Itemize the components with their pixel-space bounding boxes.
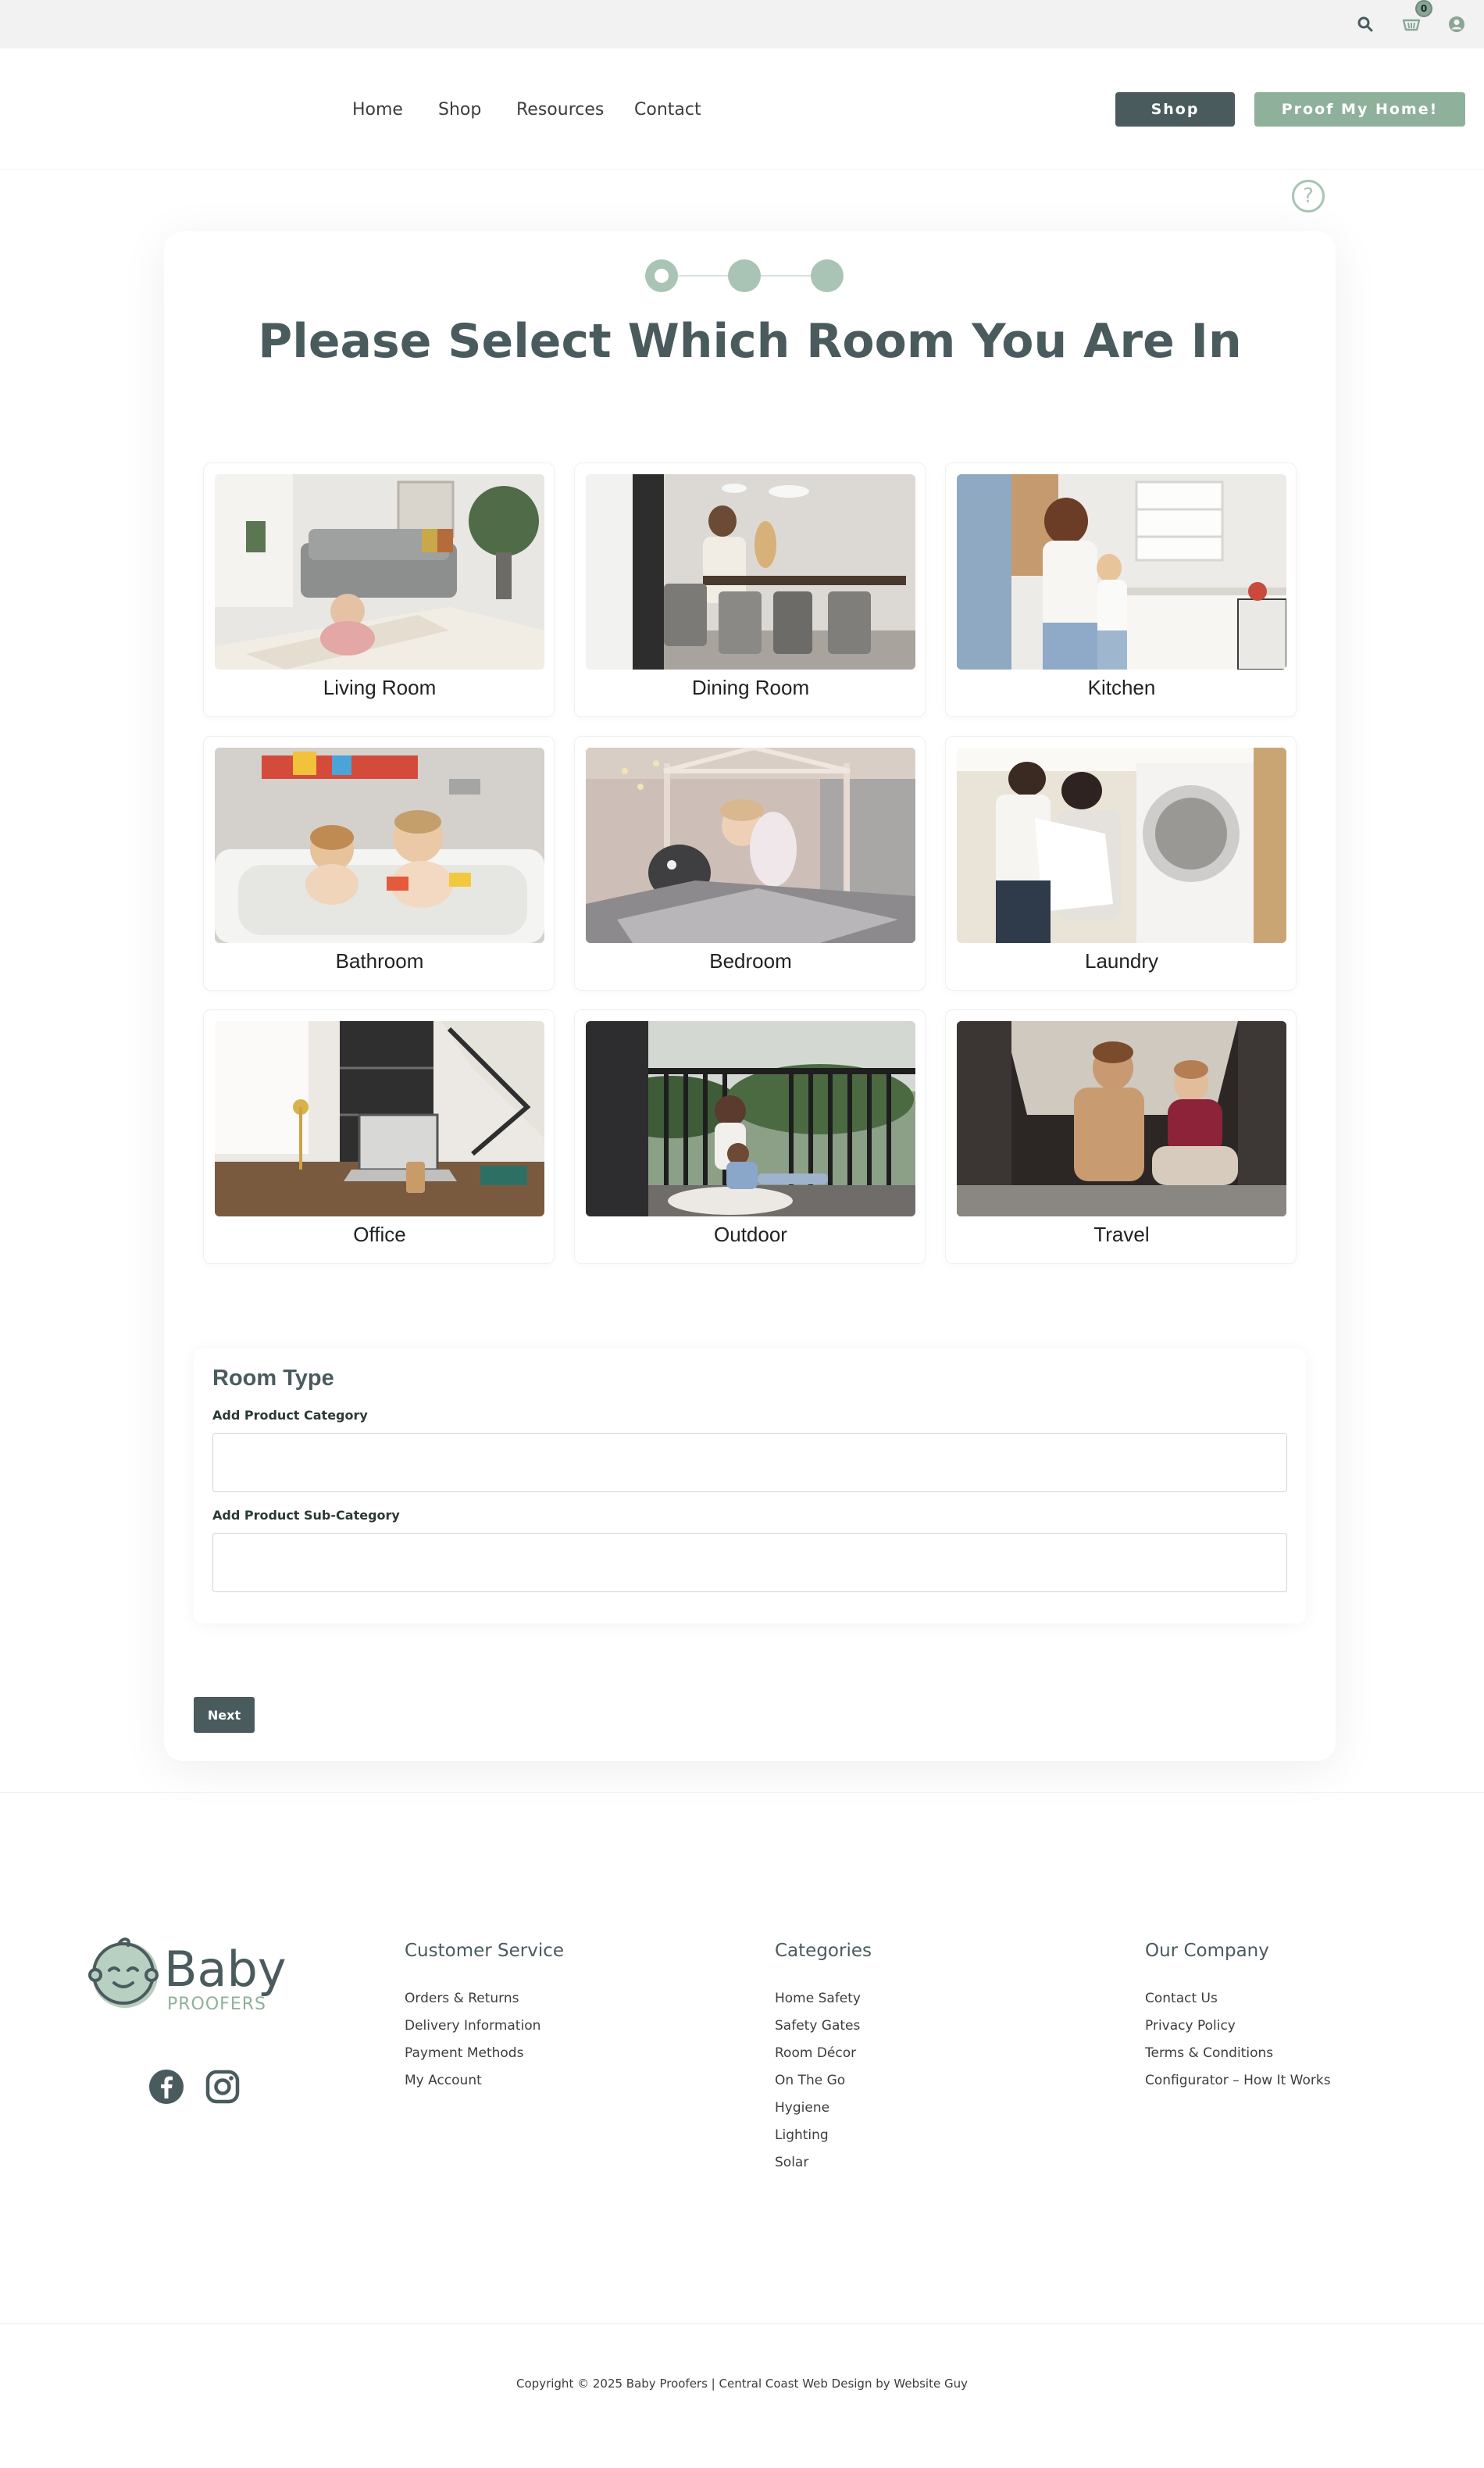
footer-link-orders-returns[interactable]: Orders & Returns: [405, 1991, 519, 2006]
footer-link-solar[interactable]: Solar: [775, 2155, 808, 2170]
room-label-office: Office: [353, 1223, 406, 1246]
footer-link-delivery-information[interactable]: Delivery Information: [405, 2018, 540, 2034]
footer-our-company-title: Our Company: [1145, 1941, 1269, 1961]
room-label-living-room: Living Room: [323, 676, 437, 699]
bathroom-photo: [215, 748, 544, 943]
footer-link-configurator-how-it-works[interactable]: Configurator – How It Works: [1145, 2073, 1331, 2088]
laundry-photo: [957, 748, 1286, 943]
user-icon[interactable]: [1443, 11, 1470, 38]
footer-link-privacy-policy[interactable]: Privacy Policy: [1145, 2018, 1236, 2034]
utility-bar: 0: [0, 0, 1484, 48]
step-1-dot: [645, 259, 678, 292]
kitchen-photo: [957, 474, 1286, 670]
form-title: Room Type: [212, 1366, 334, 1391]
footer-link-on-the-go[interactable]: On The Go: [775, 2073, 845, 2088]
room-card-living-room[interactable]: Living Room: [203, 463, 555, 717]
footer-link-lighting[interactable]: Lighting: [775, 2127, 829, 2143]
room-label-dining-room: Dining Room: [691, 676, 810, 699]
step-3-dot: [811, 259, 844, 292]
room-card-dining-room[interactable]: Dining Room: [574, 463, 926, 717]
travel-photo: [957, 1021, 1286, 1216]
room-card-laundry[interactable]: Laundry: [945, 736, 1297, 991]
room-label-bathroom: Bathroom: [335, 949, 424, 973]
site-header: Home Shop Resources Contact Shop Proof M…: [0, 48, 1484, 170]
room-card-office[interactable]: Office: [203, 1009, 555, 1264]
footer-link-safety-gates[interactable]: Safety Gates: [775, 2018, 860, 2034]
room-card-outdoor[interactable]: Outdoor: [574, 1009, 926, 1264]
nav-contact[interactable]: Contact: [634, 100, 701, 120]
nav-shop[interactable]: Shop: [438, 100, 481, 120]
product-subcategory-input[interactable]: [212, 1533, 1287, 1592]
outdoor-photo: [586, 1021, 915, 1216]
footer-customer-service-title: Customer Service: [405, 1941, 565, 1961]
step-indicator: [645, 259, 844, 292]
footer-bottom-divider: [0, 2323, 1484, 2324]
category-field-label: Add Product Category: [212, 1408, 368, 1423]
room-label-outdoor: Outdoor: [714, 1223, 787, 1246]
facebook-icon[interactable]: [148, 2069, 184, 2105]
search-icon[interactable]: [1352, 11, 1379, 38]
copyright-text: Copyright © 2025 Baby Proofers | Central…: [516, 2377, 968, 2391]
footer-link-payment-methods[interactable]: Payment Methods: [405, 2045, 523, 2061]
footer-link-contact-us[interactable]: Contact Us: [1145, 1991, 1218, 2006]
cart-count-badge: 0: [1415, 0, 1432, 17]
shop-button[interactable]: Shop: [1115, 92, 1235, 127]
room-card-bedroom[interactable]: Bedroom: [574, 736, 926, 991]
footer-divider: [0, 1792, 1484, 1793]
footer-link-hygiene[interactable]: Hygiene: [775, 2100, 829, 2116]
room-label-bedroom: Bedroom: [709, 949, 792, 973]
room-label-kitchen: Kitchen: [1087, 676, 1156, 699]
room-label-laundry: Laundry: [1085, 949, 1158, 973]
office-photo: [215, 1021, 544, 1216]
nav-resources[interactable]: Resources: [516, 100, 604, 120]
dining-room-photo: [586, 474, 915, 670]
step-2-dot: [728, 259, 761, 292]
footer-categories-title: Categories: [775, 1941, 872, 1961]
room-card-kitchen[interactable]: Kitchen: [945, 463, 1297, 717]
footer-link-my-account[interactable]: My Account: [405, 2073, 482, 2088]
step-connector: [678, 275, 728, 277]
footer-link-room-decor[interactable]: Room Décor: [775, 2045, 856, 2061]
next-button[interactable]: Next: [194, 1697, 255, 1733]
page-title: Please Select Which Room You Are In: [258, 314, 1242, 369]
svg-text:Baby: Baby: [164, 1941, 287, 1998]
help-icon[interactable]: ?: [1292, 180, 1325, 213]
room-label-travel: Travel: [1093, 1223, 1150, 1246]
step-connector: [761, 275, 811, 277]
svg-text:PROOFERS: PROOFERS: [167, 1995, 266, 2013]
product-category-input[interactable]: [212, 1433, 1287, 1492]
living-room-photo: [215, 474, 544, 670]
footer-link-home-safety[interactable]: Home Safety: [775, 1991, 861, 2006]
instagram-icon[interactable]: [205, 2069, 241, 2105]
footer-link-terms-conditions[interactable]: Terms & Conditions: [1145, 2045, 1273, 2061]
subcategory-field-label: Add Product Sub-Category: [212, 1508, 400, 1523]
room-card-travel[interactable]: Travel: [945, 1009, 1297, 1264]
nav-home[interactable]: Home: [352, 100, 403, 120]
baby-proofers-logo[interactable]: Baby PROOFERS: [87, 1934, 310, 2014]
proof-my-home-button[interactable]: Proof My Home!: [1254, 92, 1465, 127]
bedroom-photo: [586, 748, 915, 943]
room-card-bathroom[interactable]: Bathroom: [203, 736, 555, 991]
